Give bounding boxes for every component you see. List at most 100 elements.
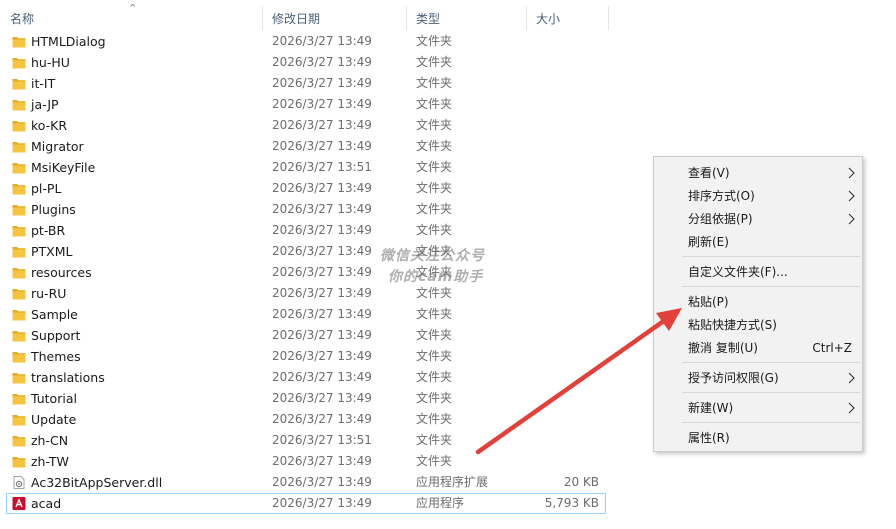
menu-separator bbox=[682, 362, 860, 363]
file-type: 文件夹 bbox=[416, 370, 453, 384]
file-row[interactable]: Ac32BitAppServer.dll 2026/3/27 13:49 应用程序扩… bbox=[6, 472, 606, 493]
file-name: Plugins bbox=[31, 202, 76, 217]
file-row[interactable]: translations 2026/3/27 13:49 文件夹 bbox=[6, 367, 606, 388]
watermark-line-2: 你的cam助手 bbox=[388, 269, 484, 285]
menu-item-label: 查看(V) bbox=[688, 166, 730, 180]
file-date: 2026/3/27 13:49 bbox=[272, 55, 372, 69]
file-row[interactable]: PTXML 2026/3/27 13:49 文件夹 bbox=[6, 241, 606, 262]
file-row[interactable]: acad 2026/3/27 13:49 应用程序 5,793 KB bbox=[6, 493, 606, 514]
autocad-app-icon bbox=[12, 497, 26, 510]
file-date: 2026/3/27 13:49 bbox=[272, 244, 372, 258]
file-row[interactable]: resources 2026/3/27 13:49 文件夹 bbox=[6, 262, 606, 283]
menu-item-label: 排序方式(O) bbox=[688, 189, 755, 203]
file-date: 2026/3/27 13:49 bbox=[272, 34, 372, 48]
file-row[interactable]: HTMLDialog 2026/3/27 13:49 文件夹 bbox=[6, 31, 606, 52]
file-row[interactable]: ja-JP 2026/3/27 13:49 文件夹 bbox=[6, 94, 606, 115]
menu-separator bbox=[682, 256, 860, 257]
column-divider[interactable] bbox=[608, 6, 609, 30]
folder-icon bbox=[12, 266, 26, 279]
column-date-header[interactable]: 修改日期 bbox=[262, 0, 406, 30]
folder-icon bbox=[12, 140, 26, 153]
file-name: resources bbox=[31, 265, 92, 280]
file-type: 文件夹 bbox=[416, 454, 453, 468]
file-row[interactable]: MsiKeyFile 2026/3/27 13:51 文件夹 bbox=[6, 157, 606, 178]
menu-item-new[interactable]: 新建(W) bbox=[654, 397, 862, 419]
menu-item-view[interactable]: 查看(V) bbox=[654, 162, 862, 184]
file-row[interactable]: Support 2026/3/27 13:49 文件夹 bbox=[6, 325, 606, 346]
chevron-right-icon bbox=[848, 402, 855, 414]
column-header: ⌃ 名称 修改日期 类型 大小 bbox=[0, 0, 612, 30]
menu-item-group-by[interactable]: 分组依据(P) bbox=[654, 208, 862, 230]
file-size: 5,793 KB bbox=[544, 496, 599, 510]
file-row[interactable]: ru-RU 2026/3/27 13:49 文件夹 bbox=[6, 283, 606, 304]
file-name: hu-HU bbox=[31, 55, 70, 70]
file-row[interactable]: pl-PL 2026/3/27 13:49 文件夹 bbox=[6, 178, 606, 199]
chevron-right-icon bbox=[848, 190, 855, 202]
file-row[interactable]: Sample 2026/3/27 13:49 文件夹 bbox=[6, 304, 606, 325]
file-name: PTXML bbox=[31, 244, 73, 259]
menu-item-paste-shortcut[interactable]: 粘贴快捷方式(S) bbox=[654, 314, 862, 336]
file-row[interactable]: it-IT 2026/3/27 13:49 文件夹 bbox=[6, 73, 606, 94]
folder-icon bbox=[12, 224, 26, 237]
file-row[interactable]: Plugins 2026/3/27 13:49 文件夹 bbox=[6, 199, 606, 220]
file-date: 2026/3/27 13:51 bbox=[272, 433, 372, 447]
file-date: 2026/3/27 13:49 bbox=[272, 97, 372, 111]
file-row[interactable]: Themes 2026/3/27 13:49 文件夹 bbox=[6, 346, 606, 367]
folder-icon bbox=[12, 434, 26, 447]
file-type: 文件夹 bbox=[416, 160, 453, 174]
file-row[interactable]: pt-BR 2026/3/27 13:49 文件夹 bbox=[6, 220, 606, 241]
file-name: zh-TW bbox=[31, 454, 69, 469]
file-row[interactable]: zh-CN 2026/3/27 13:51 文件夹 bbox=[6, 430, 606, 451]
file-date: 2026/3/27 13:51 bbox=[272, 160, 372, 174]
column-size-header[interactable]: 大小 bbox=[526, 0, 608, 30]
file-date: 2026/3/27 13:49 bbox=[272, 475, 372, 489]
file-row[interactable]: ko-KR 2026/3/27 13:49 文件夹 bbox=[6, 115, 606, 136]
file-name: Themes bbox=[31, 349, 81, 364]
watermark-line-1: 微信关注公众号 bbox=[380, 248, 485, 264]
file-name: ru-RU bbox=[31, 286, 67, 301]
file-row[interactable]: zh-TW 2026/3/27 13:49 文件夹 bbox=[6, 451, 606, 472]
column-type-header[interactable]: 类型 bbox=[406, 0, 526, 30]
file-row[interactable]: Update 2026/3/27 13:49 文件夹 bbox=[6, 409, 606, 430]
menu-item-sort-by[interactable]: 排序方式(O) bbox=[654, 185, 862, 207]
file-type: 文件夹 bbox=[416, 349, 453, 363]
file-date: 2026/3/27 13:49 bbox=[272, 496, 372, 510]
file-type: 文件夹 bbox=[416, 118, 453, 132]
file-name: Ac32BitAppServer.dll bbox=[31, 475, 163, 490]
menu-item-label: 撤消 复制(U) bbox=[688, 341, 758, 355]
file-name: Tutorial bbox=[31, 391, 77, 406]
folder-icon bbox=[12, 455, 26, 468]
menu-item-label: 授予访问权限(G) bbox=[688, 371, 779, 385]
context-menu: 查看(V) 排序方式(O) 分组依据(P) 刷新(E) 自定义文件夹(F)...… bbox=[653, 156, 863, 452]
menu-item-paste[interactable]: 粘贴(P) bbox=[654, 291, 862, 313]
file-type: 文件夹 bbox=[416, 55, 453, 69]
menu-item-refresh[interactable]: 刷新(E) bbox=[654, 231, 862, 253]
file-row[interactable]: Migrator 2026/3/27 13:49 文件夹 bbox=[6, 136, 606, 157]
file-date: 2026/3/27 13:49 bbox=[272, 181, 372, 195]
column-name-header[interactable]: 名称 bbox=[0, 0, 262, 30]
menu-item-customize-folder[interactable]: 自定义文件夹(F)... bbox=[654, 261, 862, 283]
folder-icon bbox=[12, 371, 26, 384]
folder-icon bbox=[12, 77, 26, 90]
folder-icon bbox=[12, 182, 26, 195]
file-date: 2026/3/27 13:49 bbox=[272, 223, 372, 237]
file-type: 文件夹 bbox=[416, 307, 453, 321]
file-row[interactable]: hu-HU 2026/3/27 13:49 文件夹 bbox=[6, 52, 606, 73]
file-name: Migrator bbox=[31, 139, 84, 154]
folder-icon bbox=[12, 98, 26, 111]
file-date: 2026/3/27 13:49 bbox=[272, 370, 372, 384]
file-date: 2026/3/27 13:49 bbox=[272, 265, 372, 279]
menu-separator bbox=[682, 422, 860, 423]
menu-item-properties[interactable]: 属性(R) bbox=[654, 427, 862, 449]
file-row[interactable]: Tutorial 2026/3/27 13:49 文件夹 bbox=[6, 388, 606, 409]
file-name: it-IT bbox=[31, 76, 56, 91]
folder-icon bbox=[12, 161, 26, 174]
file-date: 2026/3/27 13:49 bbox=[272, 139, 372, 153]
watermark: 微信关注公众号 你的cam助手 bbox=[380, 246, 485, 288]
folder-icon bbox=[12, 119, 26, 132]
file-name: ja-JP bbox=[31, 97, 59, 112]
menu-item-undo-copy[interactable]: 撤消 复制(U) Ctrl+Z bbox=[654, 337, 862, 359]
file-name: translations bbox=[31, 370, 105, 385]
menu-separator bbox=[682, 392, 860, 393]
menu-item-give-access[interactable]: 授予访问权限(G) bbox=[654, 367, 862, 389]
